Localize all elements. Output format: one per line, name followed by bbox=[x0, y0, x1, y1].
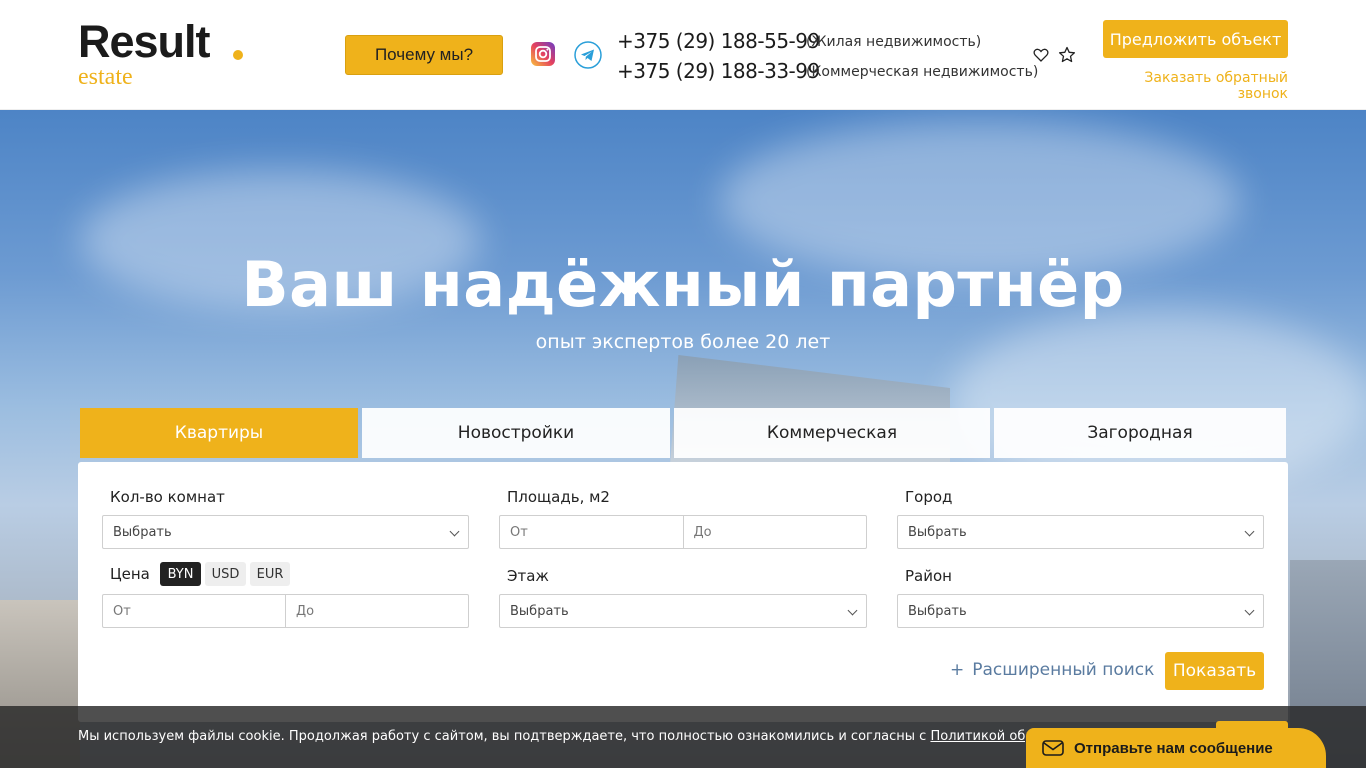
logo-sub-text: estate bbox=[78, 64, 133, 90]
tab-new-buildings[interactable]: Новостройки bbox=[362, 408, 670, 458]
offer-property-button[interactable]: Предложить объект bbox=[1103, 20, 1288, 58]
area-range: От До bbox=[499, 515, 867, 549]
show-results-button[interactable]: Показать bbox=[1165, 652, 1264, 690]
plus-icon: + bbox=[950, 660, 965, 680]
hero-title: Ваш надёжный партнёр bbox=[241, 248, 1125, 321]
area-from-input[interactable]: От bbox=[500, 516, 683, 548]
chevron-down-icon bbox=[1244, 526, 1255, 537]
mail-icon bbox=[1042, 740, 1064, 756]
floor-label: Этаж bbox=[507, 567, 549, 585]
price-label: Цена bbox=[110, 565, 150, 583]
message-widget-label: Отправьте нам сообщение bbox=[1074, 739, 1273, 757]
search-panel: Кол-во комнат Выбрать Цена BYN USD EUR О… bbox=[78, 462, 1288, 722]
tab-country[interactable]: Загородная bbox=[994, 408, 1286, 458]
hero-subtitle: опыт экспертов более 20 лет bbox=[535, 331, 831, 353]
why-us-button[interactable]: Почему мы? bbox=[345, 35, 503, 75]
currency-eur[interactable]: EUR bbox=[250, 562, 290, 586]
advanced-search-link[interactable]: + Расширенный поиск bbox=[950, 660, 1154, 680]
callback-link[interactable]: Заказать обратный звонок bbox=[1103, 70, 1288, 102]
phone-residential[interactable]: +375 (29) 188-55-99 bbox=[617, 29, 820, 53]
district-label: Район bbox=[905, 567, 952, 585]
chevron-down-icon bbox=[847, 605, 858, 616]
currency-usd[interactable]: USD bbox=[205, 562, 246, 586]
currency-byn[interactable]: BYN bbox=[160, 562, 201, 586]
tab-apartments[interactable]: Квартиры bbox=[80, 408, 358, 458]
logo-dot bbox=[233, 50, 243, 60]
site-header: Result estate Почему мы? +375 (29) 188-5… bbox=[0, 0, 1366, 110]
district-select-value: Выбрать bbox=[908, 603, 967, 619]
cookie-message: Мы используем файлы cookie. Продолжая ра… bbox=[78, 729, 931, 744]
tab-commercial[interactable]: Коммерческая bbox=[674, 408, 990, 458]
city-label: Город bbox=[905, 488, 953, 506]
rooms-select[interactable]: Выбрать bbox=[102, 515, 469, 549]
phone-residential-note: (Жилая недвижимость) bbox=[806, 34, 982, 50]
area-label: Площадь, м2 bbox=[507, 488, 610, 506]
floor-select-value: Выбрать bbox=[510, 603, 569, 619]
city-select-value: Выбрать bbox=[908, 524, 967, 540]
heart-icon[interactable] bbox=[1033, 47, 1049, 63]
price-range: От До bbox=[102, 594, 469, 628]
cookie-text: Мы используем файлы cookie. Продолжая ра… bbox=[78, 729, 1184, 744]
price-to-input[interactable]: До bbox=[285, 595, 468, 627]
district-select[interactable]: Выбрать bbox=[897, 594, 1264, 628]
price-from-input[interactable]: От bbox=[103, 595, 285, 627]
phone-commercial-note: (Коммерческая недвижимость) bbox=[806, 64, 1039, 80]
instagram-icon[interactable] bbox=[531, 42, 555, 66]
city-select[interactable]: Выбрать bbox=[897, 515, 1264, 549]
rooms-label: Кол-во комнат bbox=[110, 488, 225, 506]
advanced-search-label: Расширенный поиск bbox=[972, 660, 1155, 680]
logo-main-text: Result bbox=[78, 16, 211, 67]
area-to-input[interactable]: До bbox=[682, 516, 867, 548]
phone-commercial[interactable]: +375 (29) 188-33-99 bbox=[617, 59, 820, 83]
message-widget[interactable]: Отправьте нам сообщение bbox=[1026, 728, 1326, 768]
chevron-down-icon bbox=[1244, 605, 1255, 616]
floor-select[interactable]: Выбрать bbox=[499, 594, 867, 628]
rooms-select-value: Выбрать bbox=[113, 524, 172, 540]
logo[interactable]: Result estate bbox=[78, 16, 248, 90]
chevron-down-icon bbox=[449, 526, 460, 537]
star-icon[interactable] bbox=[1058, 46, 1076, 64]
hero-section: Ваш надёжный партнёр опыт экспертов боле… bbox=[0, 110, 1366, 768]
telegram-icon[interactable] bbox=[574, 41, 602, 69]
